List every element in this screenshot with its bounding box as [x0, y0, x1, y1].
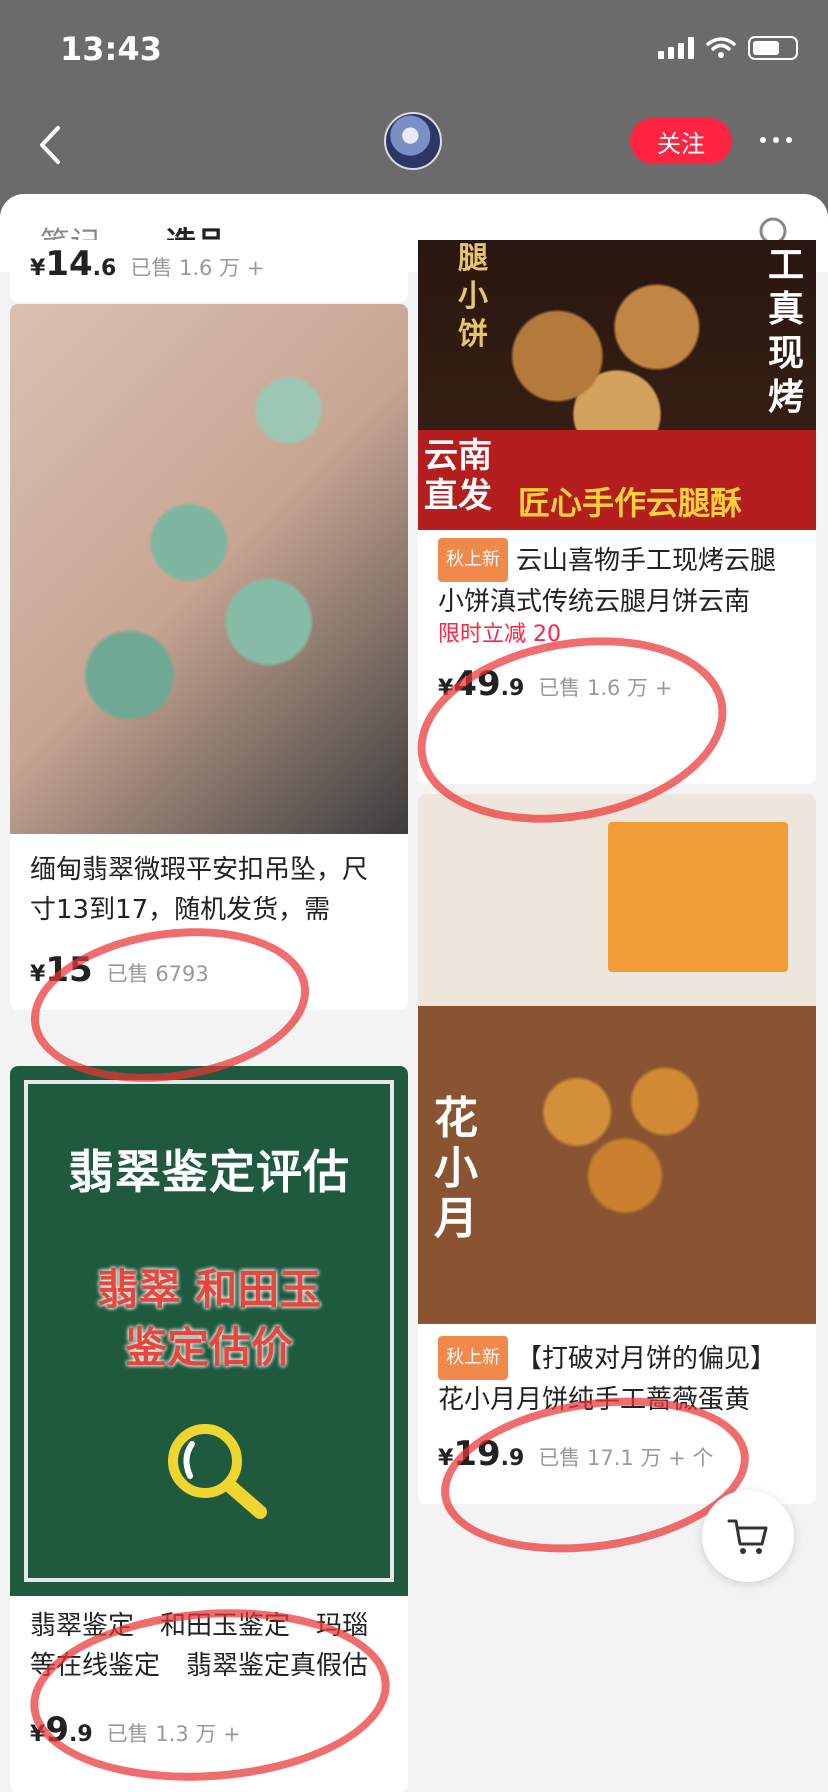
status-time: 13:43 [60, 30, 162, 68]
image-subtitle: 翡翠 和田玉 [96, 1265, 322, 1314]
image-text: 匠心手作云腿酥 [518, 484, 743, 522]
image-text: 花小月 [434, 1093, 478, 1244]
status-icons [658, 36, 798, 60]
cart-icon [727, 1519, 768, 1554]
product-title: 秋上新 云山喜物手工现烤云腿小饼滇式传统云腿月饼云南 [418, 538, 816, 618]
price: ¥14.6 [30, 244, 117, 284]
status-bar: 13:43 [0, 0, 828, 100]
top-bar: 关注 [0, 100, 828, 194]
signal-icon [658, 37, 694, 59]
dot-icon [760, 137, 766, 143]
cart-button[interactable] [702, 1490, 794, 1582]
product-image [10, 304, 408, 834]
tag-badge: 秋上新 [438, 538, 508, 582]
image-box [608, 822, 788, 972]
image-text: 工真现烤 [767, 245, 804, 418]
product-image: 花小月 [418, 794, 816, 1324]
more-options-button[interactable] [752, 120, 800, 160]
image-title: 翡翠鉴定评估 [68, 1145, 350, 1199]
sold-count: 已售 1.6 万 + [130, 256, 265, 280]
dot-icon [786, 137, 792, 143]
image-text: 腿小饼 [458, 241, 488, 352]
image-text: 云南直发 [424, 436, 492, 516]
wifi-icon [706, 37, 736, 58]
dot-icon [773, 137, 779, 143]
battery-icon [748, 36, 798, 60]
back-button[interactable] [30, 120, 70, 170]
tag-badge: 秋上新 [438, 1336, 508, 1380]
product-card[interactable]: ¥14.6 已售 1.6 万 + [10, 240, 408, 302]
product-title: 缅甸翡翠微瑕平安扣吊坠，尺寸13到17，随机发货，需 [30, 855, 369, 925]
avatar[interactable] [384, 112, 442, 170]
price-row: ¥14.6 已售 1.6 万 + [10, 240, 408, 284]
magnifier-icon [168, 1424, 267, 1519]
image-subtitle: 鉴定估价 [124, 1323, 293, 1372]
product-image: 腿小饼 工真现烤 云南直发 匠心手作云腿酥 [418, 240, 816, 530]
product-image: 翡翠鉴定评估 翡翠 和田玉 鉴定估价 [10, 1066, 408, 1596]
follow-button[interactable]: 关注 [630, 118, 732, 164]
product-card[interactable]: 缅甸翡翠微瑕平安扣吊坠，尺寸13到17，随机发货，需 ¥15 已售 6793 [10, 304, 408, 1010]
